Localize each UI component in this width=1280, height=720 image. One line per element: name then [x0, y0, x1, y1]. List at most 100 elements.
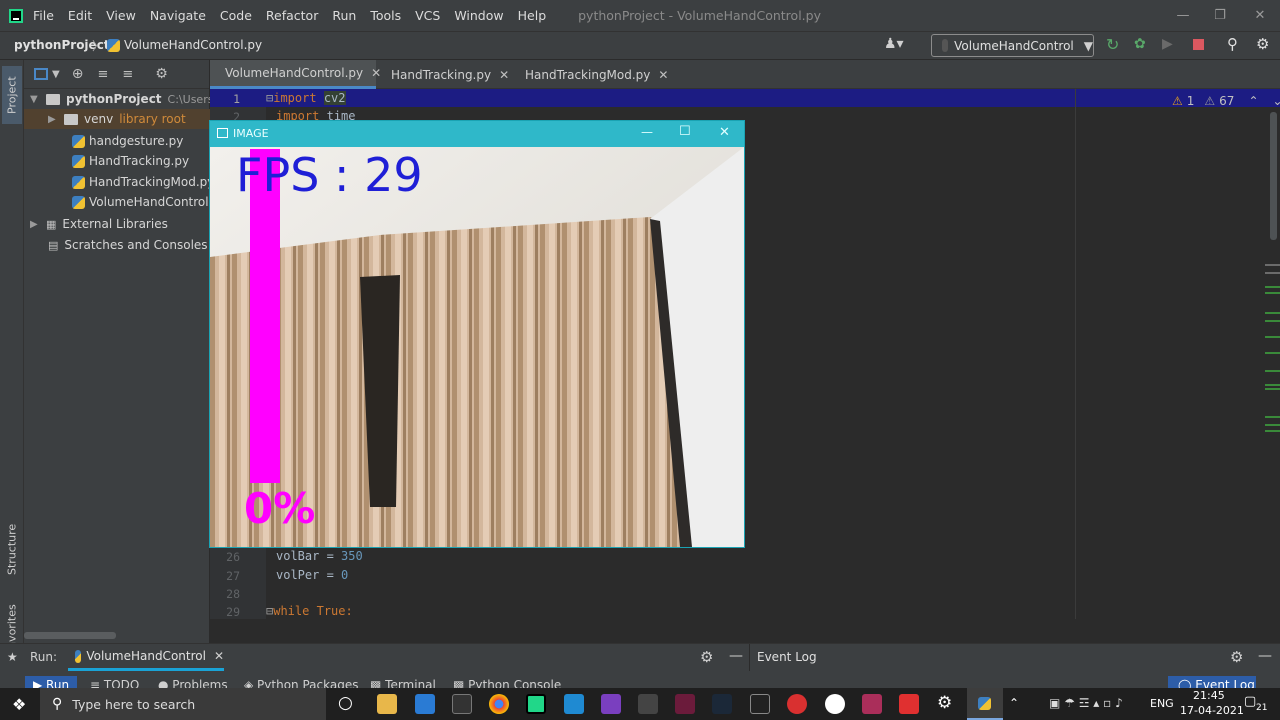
- tree-scratches[interactable]: ▤ Scratches and Consoles: [48, 235, 208, 255]
- notification-icon[interactable]: ▢: [1244, 694, 1256, 709]
- close-icon[interactable]: ✕: [214, 649, 224, 663]
- menu-refactor[interactable]: Refactor: [266, 8, 318, 23]
- maximize-icon[interactable]: ❐: [1200, 0, 1240, 31]
- python-taskbar-item[interactable]: [967, 688, 1003, 720]
- debug-icon[interactable]: ✿: [1134, 36, 1146, 52]
- vscode-icon[interactable]: [564, 694, 584, 714]
- tree-root-project[interactable]: ▼ pythonProject C:\Users\ba: [30, 89, 231, 109]
- menu-window[interactable]: Window: [454, 8, 503, 23]
- settings-gear-icon[interactable]: ⚙: [1256, 35, 1269, 53]
- expand-all-icon[interactable]: ≡: [97, 67, 108, 82]
- close-icon[interactable]: ✕: [1240, 0, 1280, 31]
- menu-help[interactable]: Help: [518, 8, 547, 23]
- tree-file-volumehandcontrol[interactable]: VolumeHandControl.py: [72, 192, 227, 212]
- chevron-right-icon[interactable]: ▶: [48, 114, 60, 125]
- inspection-widget[interactable]: ⚠ 1 ⚠ 67 ⌃ ⌄: [1172, 94, 1280, 108]
- breadcrumb-file[interactable]: VolumeHandControl.py: [124, 38, 262, 52]
- favorites-star-icon[interactable]: ★: [7, 650, 18, 664]
- chevron-up-icon[interactable]: ⌃: [1009, 696, 1019, 710]
- menu-file[interactable]: File: [33, 8, 54, 23]
- minimize-icon[interactable]: —: [641, 125, 653, 139]
- app-icon[interactable]: [787, 694, 807, 714]
- gear-icon[interactable]: ⚙: [1230, 648, 1243, 666]
- file-explorer-icon[interactable]: [377, 694, 397, 714]
- tree-file-handtrackingmod[interactable]: HandTrackingMod.py: [72, 172, 214, 192]
- image-window-titlebar[interactable]: IMAGE — ☐ ✕: [210, 121, 744, 147]
- editor-scrollbar[interactable]: [1270, 112, 1277, 240]
- app-icon[interactable]: [638, 694, 658, 714]
- search-icon[interactable]: ⚲: [1227, 35, 1238, 53]
- toolbtn-todo[interactable]: ≡ TODO: [90, 678, 139, 688]
- menu-tools[interactable]: Tools: [370, 8, 401, 23]
- menu-view[interactable]: View: [106, 8, 136, 23]
- user-icon[interactable]: ♟▾: [884, 36, 904, 52]
- stop-icon[interactable]: [1193, 39, 1204, 50]
- chevron-down-icon[interactable]: ▼: [52, 69, 60, 80]
- menu-navigate[interactable]: Navigate: [150, 8, 206, 23]
- tree-item-venv[interactable]: ▶ venv library root: [24, 109, 210, 129]
- locate-icon[interactable]: ⊕: [72, 66, 84, 82]
- app-icon[interactable]: [825, 694, 845, 714]
- hide-icon[interactable]: —: [1258, 648, 1272, 664]
- chevron-up-icon[interactable]: ⌃: [1248, 94, 1258, 108]
- collapse-all-icon[interactable]: ≡: [122, 67, 133, 82]
- language-indicator[interactable]: ENG: [1150, 697, 1174, 710]
- maximize-icon[interactable]: ☐: [679, 124, 691, 139]
- toolbtn-python-packages[interactable]: ◈ Python Packages: [244, 678, 358, 688]
- run-config-dropdown[interactable]: VolumeHandControl ▼: [931, 34, 1094, 57]
- horizontal-scrollbar[interactable]: [24, 632, 116, 639]
- minimize-icon[interactable]: —: [1163, 0, 1203, 31]
- visual-studio-icon[interactable]: [601, 694, 621, 714]
- tray-icons[interactable]: ▣ ☂ ☲ ▴ ▫ ♪: [1049, 696, 1123, 710]
- coverage-icon[interactable]: ▶: [1162, 36, 1173, 52]
- app-icon[interactable]: [899, 694, 919, 714]
- menu-run[interactable]: Run: [332, 8, 356, 23]
- tree-external-libraries[interactable]: ▶ ▦ External Libraries: [30, 214, 168, 234]
- menu-vcs[interactable]: VCS: [415, 8, 440, 23]
- toolbtn-run[interactable]: ▶ Run: [25, 676, 77, 688]
- taskbar-search[interactable]: ⚲ Type here to search: [40, 688, 326, 720]
- menu-code[interactable]: Code: [220, 8, 252, 23]
- project-view-icon[interactable]: [34, 68, 48, 80]
- pycharm-icon[interactable]: [526, 694, 546, 714]
- structure-tool-tab[interactable]: Structure: [2, 515, 22, 583]
- project-tool-tab[interactable]: Project: [2, 66, 22, 124]
- close-icon[interactable]: ✕: [719, 125, 730, 140]
- chevron-right-icon[interactable]: ▶: [30, 219, 42, 230]
- menu-edit[interactable]: Edit: [68, 8, 92, 23]
- hide-icon[interactable]: —: [729, 648, 743, 664]
- settings-gear-icon[interactable]: ⚙: [937, 693, 952, 713]
- image-window[interactable]: IMAGE — ☐ ✕ FPS: 29 0%: [209, 120, 745, 548]
- chevron-down-icon[interactable]: ⌄: [1273, 94, 1280, 108]
- steam-icon[interactable]: [712, 694, 732, 714]
- toolbtn-terminal[interactable]: ▩ Terminal: [370, 678, 436, 688]
- app-icon[interactable]: [675, 694, 695, 714]
- clock-time[interactable]: 21:45: [1193, 689, 1225, 702]
- clock-date[interactable]: 17-04-2021: [1180, 704, 1244, 717]
- tab-handtracking[interactable]: HandTracking.py ✕: [380, 60, 509, 89]
- code-line-1[interactable]: ⊟import cv2: [266, 91, 346, 105]
- mixer-icon[interactable]: [862, 694, 882, 714]
- code-line-27[interactable]: volPer = 0: [276, 568, 348, 582]
- toolbtn-event-log[interactable]: ◯ Event Log: [1168, 676, 1256, 688]
- tab-close-icon[interactable]: ✕: [499, 68, 509, 82]
- gear-icon[interactable]: ⚙: [155, 66, 168, 82]
- tree-file-handgesture[interactable]: handgesture.py: [72, 131, 183, 151]
- toolbtn-problems[interactable]: ● Problems: [158, 678, 228, 688]
- rerun-icon[interactable]: ↻: [1106, 35, 1119, 54]
- code-line-26[interactable]: volBar = 350: [276, 549, 363, 563]
- chrome-icon[interactable]: [489, 694, 509, 714]
- mail-icon[interactable]: [415, 694, 435, 714]
- chevron-down-icon[interactable]: ▼: [30, 94, 42, 105]
- windows-start-icon[interactable]: ❖: [12, 695, 26, 714]
- run-tab-volumehandcontrol[interactable]: VolumeHandControl ✕: [68, 644, 224, 671]
- tab-handtrackingmod[interactable]: HandTrackingMod.py ✕: [514, 60, 668, 89]
- tab-volumehandcontrol[interactable]: VolumeHandControl.py ✕: [210, 60, 381, 89]
- toolbtn-python-console[interactable]: ▩ Python Console: [453, 678, 561, 688]
- tab-close-icon[interactable]: ✕: [658, 68, 668, 82]
- epic-games-icon[interactable]: [750, 694, 770, 714]
- cortana-icon[interactable]: ○: [338, 693, 353, 713]
- app-icon-n[interactable]: [452, 694, 472, 714]
- gear-icon[interactable]: ⚙: [700, 648, 713, 666]
- tree-file-handtracking[interactable]: HandTracking.py: [72, 151, 189, 171]
